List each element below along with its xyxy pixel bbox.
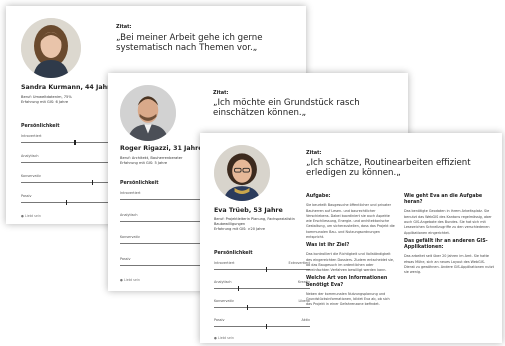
- avatar-eva: [214, 145, 270, 201]
- section-text: Das benötigte Geodaten in ihrem Arbeitsp…: [404, 209, 492, 235]
- section-heading: Das gefällt ihr an anderen GIS-Applikati…: [404, 238, 488, 251]
- section-text: Sie beurteilt Baugesuche öffentlicher un…: [306, 203, 395, 239]
- scale-left-label: Passiv: [214, 318, 225, 322]
- personality-heading: Persönlichkeit: [120, 181, 159, 186]
- scale-left-label: Konservativ: [120, 235, 140, 239]
- scale-left-label: Passiv: [120, 257, 131, 261]
- scale-left-label: Konservativ: [21, 174, 41, 178]
- section-heading: Wie geht Eva an die Aufgabe heran?: [404, 194, 483, 206]
- personality-scale: AnalytischKreativ: [214, 280, 310, 294]
- persona-name: Roger Rigazzi, 31 Jahre: [120, 145, 203, 152]
- persona-name: Eva Trüeb, 53 Jahre: [214, 207, 283, 214]
- section-text: Das arbeitet seit über 20 Jahren im Amt.…: [404, 254, 494, 275]
- quote-label: Zitat:: [306, 150, 322, 156]
- scale-left-label: Analytisch: [214, 280, 232, 284]
- persona-name: Sandra Kurmann, 44 Jahre: [21, 84, 115, 91]
- persona-card-eva: Zitat: „Ich schätze, Routinearbeiten eff…: [200, 133, 502, 343]
- scale-left-label: Introvertiert: [21, 134, 42, 138]
- text-column-left: Aufgabe: Sie beurteilt Baugesuche öffentl…: [306, 191, 396, 308]
- scale-marker: [65, 199, 67, 205]
- personality-scale: IntrovertiertExtrovertiert: [214, 261, 310, 275]
- scale-marker: [74, 139, 76, 145]
- section-heading: Aufgabe:: [306, 194, 331, 199]
- persona-meta: Beruf: Umweltdatenim, 75% Erfahrung mit …: [21, 95, 72, 105]
- quote-label: Zitat:: [213, 90, 229, 96]
- quote-label: Zitat:: [116, 24, 132, 30]
- section-text: Neben der kommunalen Nutzungsplanung und…: [306, 291, 390, 307]
- scale-left-label: Introvertiert: [120, 191, 141, 195]
- persona-meta: Beruf: Architekt, Bauherrenberater Erfah…: [120, 156, 183, 166]
- scale-marker: [265, 266, 267, 272]
- scale-track: [214, 326, 310, 327]
- personality-heading: Persönlichkeit: [21, 124, 60, 129]
- personality-scale: KonservativLiberal: [214, 299, 310, 313]
- scale-left-label: Passiv: [21, 194, 32, 198]
- scale-track: [214, 288, 310, 289]
- scale-marker: [237, 285, 239, 291]
- section-heading: Was ist ihr Ziel?: [306, 243, 350, 249]
- text-column-right: Wie geht Eva an die Aufgabe heran? Das be…: [404, 191, 494, 275]
- avatar-sandra: [21, 18, 81, 78]
- scale-marker: [92, 179, 94, 185]
- scale-marker: [265, 323, 267, 329]
- scale-left-label: Introvertiert: [214, 261, 235, 265]
- personality-scale: Passiv Aktiv: [214, 318, 310, 332]
- scale-track: [214, 269, 310, 270]
- legend: ● Liebt sein: [21, 214, 41, 218]
- persona-meta: Beruf: Projektleiterin Planung, Fachspez…: [214, 217, 295, 232]
- scale-right-label: Aktiv: [301, 318, 310, 322]
- legend: ● Liebt sein: [214, 336, 234, 340]
- scale-left-label: Analytisch: [21, 154, 39, 158]
- legend: ● Liebt sein: [120, 278, 140, 282]
- persona-quote: „Ich schätze, Routinearbeiten effizient …: [306, 158, 471, 179]
- avatar-roger: [120, 85, 176, 141]
- persona-quote: „Bei meiner Arbeit gehe ich gerne system…: [116, 33, 263, 54]
- section-heading: Welche Art von Informationen benötigt Ev…: [306, 276, 388, 288]
- scale-track: [214, 307, 310, 308]
- persona-quote: „Ich möchte ein Grundstück rasch einschä…: [213, 98, 360, 119]
- scale-left-label: Analytisch: [120, 213, 138, 217]
- scale-left-label: Konservativ: [214, 299, 234, 303]
- section-text: Das kontrolliert die Richtigkeit und Vol…: [306, 252, 395, 273]
- scale-marker: [246, 304, 249, 310]
- personality-heading: Persönlichkeit: [214, 251, 253, 256]
